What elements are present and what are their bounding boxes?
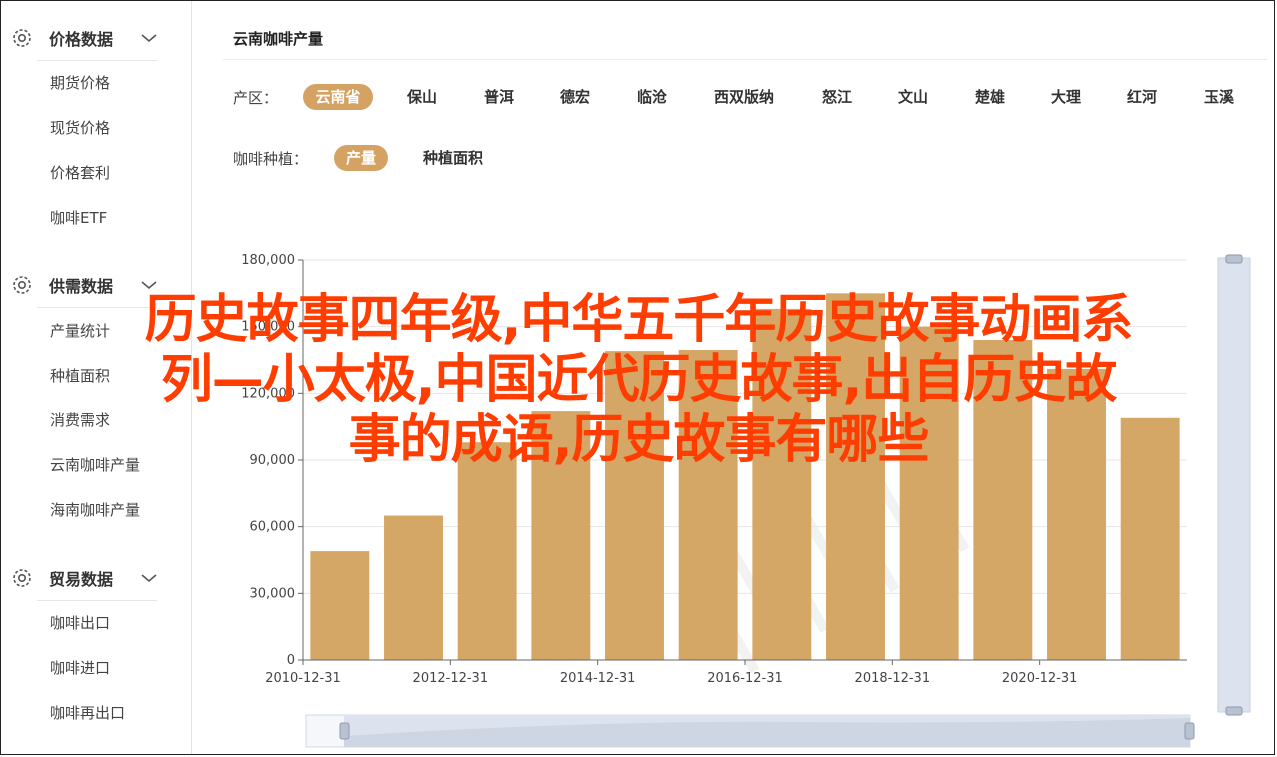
- y-tick-label: 0: [287, 653, 295, 668]
- y-tick-label: 180,000: [241, 253, 295, 268]
- x-tick-label: 2016-12-31: [707, 671, 783, 686]
- bar[interactable]: [973, 340, 1033, 660]
- x-tick-label: 2014-12-31: [560, 671, 636, 686]
- x-tick-label: 2010-12-31: [265, 671, 341, 686]
- y-tick-label: 150,000: [241, 320, 295, 335]
- horizontal-slider-right-handle[interactable]: [1184, 722, 1195, 740]
- vertical-slider-top-handle[interactable]: [1225, 254, 1243, 264]
- bar[interactable]: [310, 551, 370, 660]
- bar[interactable]: [752, 308, 812, 660]
- y-tick-label: 120,000: [241, 386, 295, 401]
- bar[interactable]: [384, 515, 443, 660]
- bar[interactable]: [678, 350, 738, 660]
- y-tick-label: 30,000: [250, 586, 296, 601]
- y-tick-label: 60,000: [250, 520, 296, 535]
- bar[interactable]: [826, 293, 885, 660]
- y-tick-label: 90,000: [250, 453, 296, 468]
- x-tick-label: 2018-12-31: [855, 671, 931, 686]
- bar[interactable]: [899, 326, 959, 660]
- x-tick-label: 2020-12-31: [1002, 671, 1078, 686]
- bar-chart: ||||||| 030,00060,00090,000120,000150,00…: [241, 253, 1251, 748]
- bar[interactable]: [605, 351, 664, 660]
- vertical-slider-bottom-handle[interactable]: [1225, 706, 1243, 716]
- bar[interactable]: [1047, 368, 1106, 660]
- bar[interactable]: [531, 411, 591, 660]
- bar[interactable]: [1120, 417, 1180, 660]
- bar[interactable]: [457, 442, 517, 660]
- vertical-zoom-slider[interactable]: [1217, 257, 1251, 713]
- horizontal-slider-left-handle[interactable]: [339, 722, 350, 740]
- x-tick-label: 2012-12-31: [413, 671, 489, 686]
